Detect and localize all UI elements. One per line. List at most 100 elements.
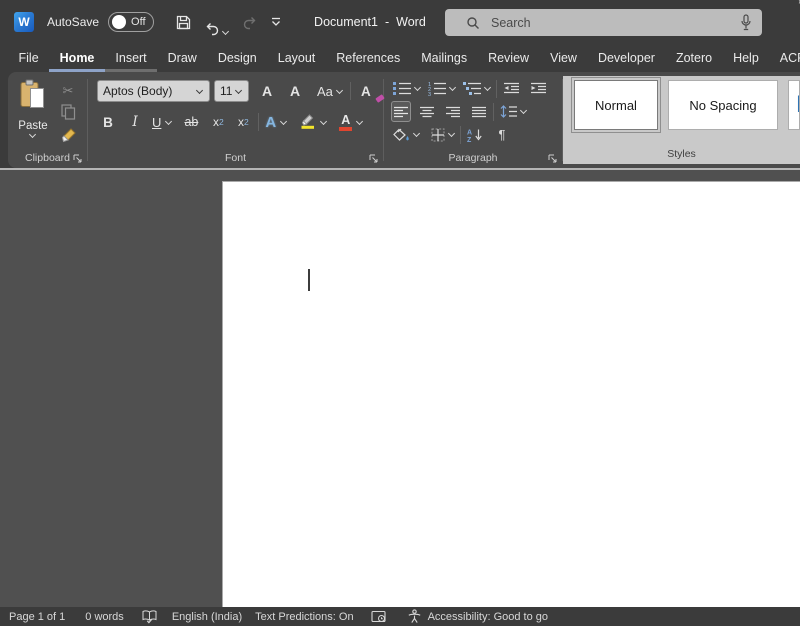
borders-button[interactable] — [428, 124, 448, 145]
tab-view[interactable]: View — [540, 44, 588, 72]
align-left-button[interactable] — [391, 101, 411, 122]
paste-chevron-icon[interactable] — [29, 132, 37, 139]
font-color-button[interactable]: A — [337, 111, 366, 133]
accessibility-status[interactable]: Accessibility: Good to go — [428, 611, 548, 623]
clear-formatting-button[interactable]: A — [355, 80, 377, 102]
proofing-book-icon[interactable] — [142, 610, 157, 624]
quick-access-toolbar — [169, 8, 288, 36]
increase-indent-button[interactable] — [528, 78, 549, 99]
svg-text:3: 3 — [428, 92, 431, 96]
bullets-icon — [393, 81, 412, 96]
font-dialog-launcher[interactable] — [369, 154, 378, 163]
clipboard-group-label: Clipboard — [25, 152, 70, 164]
style-no-spacing[interactable]: No Spacing — [668, 80, 778, 130]
pilcrow-icon: ¶ — [499, 127, 506, 142]
document-canvas — [0, 170, 800, 607]
numbering-button[interactable]: 123 — [426, 78, 449, 99]
sort-button[interactable]: AZ — [465, 124, 485, 145]
cut-button-disabled[interactable]: ✂ — [56, 81, 80, 101]
font-size-value: 11 — [220, 84, 235, 98]
clipboard-dialog-launcher[interactable] — [73, 154, 82, 163]
scissors-icon: ✂ — [63, 83, 74, 99]
redo-icon — [242, 14, 258, 30]
search-input[interactable]: Search — [445, 9, 762, 36]
text-effects-button[interactable]: A — [263, 111, 290, 133]
line-spacing-button[interactable] — [498, 101, 520, 122]
tab-review[interactable]: Review — [478, 44, 540, 72]
font-color-bar — [339, 127, 352, 131]
format-painter-icon — [60, 127, 77, 148]
autosave-state: Off — [131, 16, 145, 28]
document-page[interactable] — [222, 181, 800, 607]
subscript-button[interactable]: x2 — [207, 111, 229, 133]
language-indicator[interactable]: English (India) — [172, 611, 242, 623]
accessibility-icon — [407, 609, 422, 624]
word-app-icon[interactable]: W — [14, 12, 34, 32]
font-name-combobox[interactable]: Aptos (Body) — [97, 80, 210, 102]
chevron-down-icon — [356, 119, 364, 126]
tab-mailings[interactable]: Mailings — [411, 44, 478, 72]
word-count[interactable]: 0 words — [85, 611, 124, 623]
tab-file[interactable]: File — [8, 44, 49, 72]
tab-zotero[interactable]: Zotero — [665, 44, 722, 72]
style-heading1[interactable]: He — [788, 80, 800, 130]
copy-button-disabled[interactable] — [56, 104, 80, 124]
microphone-icon[interactable] — [740, 14, 752, 31]
save-button[interactable] — [169, 8, 198, 36]
undo-chevron-icon[interactable] — [222, 29, 230, 36]
bullets-button[interactable] — [391, 78, 414, 99]
chevron-down-icon[interactable] — [413, 131, 421, 138]
tab-home[interactable]: Home — [49, 44, 105, 72]
grow-font-button[interactable]: A — [256, 80, 278, 102]
align-right-button[interactable] — [443, 101, 463, 122]
text-predictions-indicator[interactable]: Text Predictions: On — [255, 611, 353, 623]
tab-insert[interactable]: Insert — [105, 44, 157, 72]
shrink-font-letter: A — [290, 83, 300, 99]
customize-quick-access-toolbar-button[interactable] — [264, 8, 288, 36]
divider — [496, 80, 497, 98]
autosave-toggle[interactable]: Off — [108, 12, 154, 32]
text-predictions-settings-icon[interactable] — [371, 610, 387, 623]
tab-design[interactable]: Design — [207, 44, 267, 72]
align-left-icon — [394, 106, 408, 118]
tab-developer[interactable]: Developer — [587, 44, 665, 72]
chevron-down-icon[interactable] — [484, 85, 492, 92]
search-placeholder: Search — [491, 16, 531, 30]
tab-help[interactable]: Help — [723, 44, 770, 72]
shading-button[interactable] — [391, 124, 413, 145]
decrease-indent-button[interactable] — [501, 78, 522, 99]
status-bar: Page 1 of 1 0 words English (India) Text… — [0, 607, 800, 626]
highlight-color-button[interactable] — [297, 111, 330, 133]
paste-button[interactable]: Paste — [8, 79, 54, 148]
underline-button[interactable]: U — [150, 111, 175, 133]
change-case-button[interactable]: Aa — [315, 80, 346, 102]
bold-button[interactable]: B — [97, 111, 119, 133]
shrink-font-button[interactable]: A — [284, 80, 306, 102]
tab-draw[interactable]: Draw — [157, 44, 207, 72]
format-painter-button[interactable] — [56, 127, 80, 147]
font-name-value: Aptos (Body) — [103, 84, 196, 98]
chevron-down-icon[interactable] — [449, 85, 457, 92]
italic-button[interactable]: I — [124, 111, 146, 133]
font-size-combobox[interactable]: 11 — [214, 80, 249, 102]
tab-acrobat[interactable]: ACROBAT — [769, 44, 800, 72]
chevron-down-icon — [280, 119, 288, 126]
chevron-down-icon[interactable] — [520, 108, 528, 115]
tab-references[interactable]: References — [326, 44, 411, 72]
align-center-button[interactable] — [417, 101, 437, 122]
tab-layout[interactable]: Layout — [267, 44, 326, 72]
show-formatting-marks-button[interactable]: ¶ — [492, 124, 512, 145]
chevron-down-icon[interactable] — [448, 131, 456, 138]
strikethrough-button[interactable]: ab — [180, 111, 202, 133]
autosave-label: AutoSave — [47, 15, 99, 29]
chevron-down-icon[interactable] — [414, 85, 422, 92]
style-normal[interactable]: Normal — [574, 80, 658, 130]
redo-button-disabled[interactable] — [236, 8, 264, 36]
justify-button[interactable] — [469, 101, 489, 122]
paragraph-dialog-launcher[interactable] — [548, 154, 557, 163]
page-indicator[interactable]: Page 1 of 1 — [9, 611, 65, 623]
font-group: Aptos (Body) 11 A A — [88, 72, 383, 168]
undo-button[interactable] — [198, 8, 236, 36]
superscript-button[interactable]: x2 — [232, 111, 254, 133]
multilevel-list-button[interactable] — [461, 78, 484, 99]
